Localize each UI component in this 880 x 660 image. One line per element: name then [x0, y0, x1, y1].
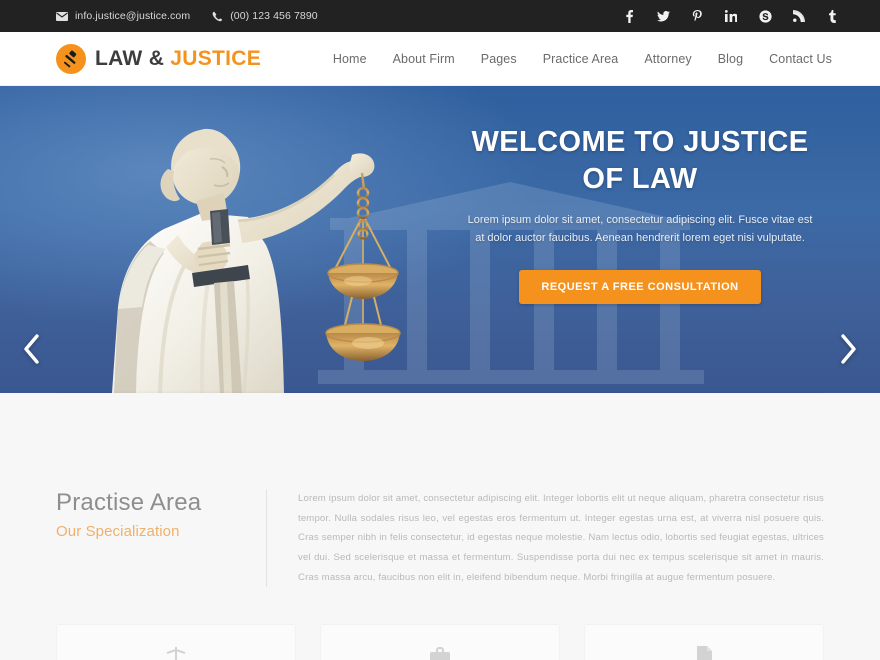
practise-card[interactable]: [584, 624, 824, 660]
practise-cards: [56, 624, 824, 660]
nav-item-practice-area[interactable]: Practice Area: [543, 52, 619, 66]
top-bar: info.justice@justice.com (00) 123 456 78…: [0, 0, 880, 32]
document-icon: [695, 645, 713, 660]
gavel-icon: [56, 43, 86, 74]
phone-icon: [212, 11, 223, 22]
request-consultation-button[interactable]: REQUEST A FREE CONSULTATION: [519, 269, 761, 304]
lady-justice-statue: [52, 93, 472, 393]
practise-area-subtitle: Our Specialization: [56, 523, 180, 540]
site-header: LAW & JUSTICE Home About Firm Pages Prac…: [0, 32, 880, 86]
tumblr-icon[interactable]: [826, 9, 840, 23]
contact-phone[interactable]: (00) 123 456 7890: [212, 10, 318, 22]
nav-item-attorney[interactable]: Attorney: [644, 52, 691, 66]
hero-title-line2: OF LAW: [582, 163, 698, 196]
practise-card[interactable]: [320, 624, 560, 660]
practise-area-title: Practise Area: [56, 489, 202, 516]
chevron-left-icon[interactable]: [14, 329, 48, 369]
nav-item-blog[interactable]: Blog: [718, 52, 743, 66]
contact-email[interactable]: info.justice@justice.com: [56, 10, 190, 22]
site-logo[interactable]: LAW & JUSTICE: [56, 43, 261, 74]
logo-text: LAW & JUSTICE: [95, 47, 261, 71]
social-links: [622, 9, 856, 23]
envelope-icon: [56, 11, 68, 21]
practise-area-row: Practise Area Our Specialization Lorem i…: [56, 485, 824, 588]
top-bar-contact: info.justice@justice.com (00) 123 456 78…: [56, 10, 318, 22]
practise-area-body: Lorem ipsum dolor sit amet, consectetur …: [267, 485, 824, 587]
scales-icon: [165, 645, 187, 660]
contact-email-text: info.justice@justice.com: [75, 10, 191, 22]
nav-item-about-firm[interactable]: About Firm: [393, 52, 455, 66]
practise-area-heading: Practise Area Our Specialization: [56, 485, 256, 540]
contact-phone-text: (00) 123 456 7890: [230, 10, 318, 22]
briefcase-icon: [429, 647, 451, 660]
chevron-right-icon[interactable]: [832, 329, 866, 369]
twitter-icon[interactable]: [656, 9, 670, 23]
practise-card[interactable]: [56, 624, 296, 660]
nav-item-home[interactable]: Home: [333, 52, 367, 66]
logo-text-orange: JUSTICE: [170, 46, 262, 70]
hero-title-line1: WELCOME TO JUSTICE: [471, 126, 809, 158]
hero-content: WELCOME TO JUSTICE OF LAW Lorem ipsum do…: [455, 124, 825, 304]
practise-area-section: Practise Area Our Specialization Lorem i…: [0, 393, 880, 660]
hero-title: WELCOME TO JUSTICE OF LAW: [455, 124, 825, 198]
main-navigation: Home About Firm Pages Practice Area Atto…: [333, 52, 832, 66]
scales: [325, 172, 401, 361]
nav-item-contact-us[interactable]: Contact Us: [769, 52, 832, 66]
practise-area-paragraph: Lorem ipsum dolor sit amet, consectetur …: [298, 493, 824, 583]
linkedin-icon[interactable]: [724, 9, 738, 23]
logo-text-dark: LAW &: [95, 46, 165, 70]
nav-item-pages[interactable]: Pages: [481, 52, 517, 66]
hero-slider: WELCOME TO JUSTICE OF LAW Lorem ipsum do…: [0, 86, 880, 393]
hero-subtitle: Lorem ipsum dolor sit amet, consectetur …: [467, 214, 813, 245]
skype-icon[interactable]: [758, 9, 772, 23]
facebook-icon[interactable]: [622, 9, 636, 23]
pinterest-icon[interactable]: [690, 9, 704, 23]
rss-icon[interactable]: [792, 9, 806, 23]
